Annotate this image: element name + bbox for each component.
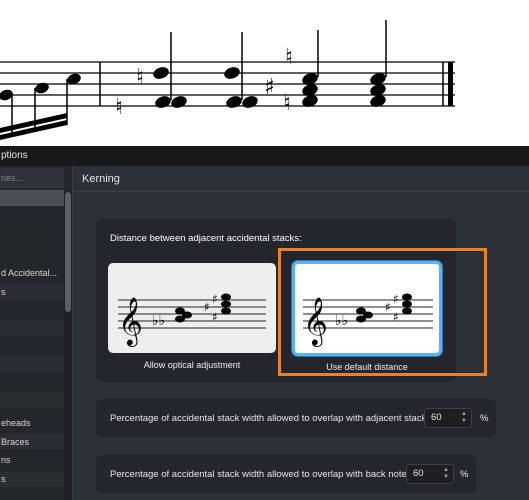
sidebar-item-accidentals[interactable]: d Accidental... bbox=[0, 265, 64, 281]
section-title: Kerning bbox=[74, 166, 529, 192]
sidebar-item[interactable]: s bbox=[0, 284, 64, 300]
optical-adjustment-preview[interactable]: 𝄞 ♭♭ ♯ ♯ ♯ bbox=[108, 263, 276, 353]
sidebar-item[interactable]: Braces bbox=[0, 434, 64, 450]
svg-text:♯: ♯ bbox=[212, 310, 218, 324]
svg-text:♮: ♮ bbox=[283, 91, 291, 116]
svg-text:♭♭: ♭♭ bbox=[152, 313, 165, 329]
option-caption: Allow optical adjustment bbox=[143, 360, 241, 370]
option-allow-optical-adjustment[interactable]: 𝄞 ♭♭ ♯ ♯ ♯ Allow optical adjustment bbox=[108, 263, 276, 373]
spinbox-value: 60 bbox=[413, 468, 424, 479]
kerning-group-label: Distance between adjacent accidental sta… bbox=[110, 233, 302, 244]
notation-preview-icon: 𝄞 ♭♭ ♯ ♯ ♯ bbox=[118, 292, 266, 347]
sidebar-item[interactable] bbox=[0, 356, 64, 372]
svg-text:♮: ♮ bbox=[285, 45, 293, 70]
setting-overlap-adjacent-stack: Percentage of accidental stack width all… bbox=[96, 399, 496, 437]
score-notation: ♮ ♮ ♯ ♮ ♮ bbox=[0, 20, 455, 140]
sidebar-item[interactable]: ns bbox=[0, 452, 64, 468]
unit-label: % bbox=[460, 469, 469, 480]
svg-text:♯: ♯ bbox=[212, 292, 218, 306]
highlight-annotation bbox=[278, 248, 487, 376]
category-sidebar: ries... d Accidental... s eheads Braces … bbox=[0, 166, 73, 500]
sidebar-item[interactable] bbox=[0, 302, 64, 318]
spinbox-arrows-icon[interactable]: ▲ ▼ bbox=[442, 467, 450, 481]
sidebar-item[interactable] bbox=[0, 226, 64, 242]
svg-text:♮: ♮ bbox=[136, 65, 144, 90]
sidebar-scrollbar[interactable] bbox=[64, 190, 72, 500]
sidebar-item[interactable] bbox=[0, 392, 64, 408]
sidebar-item[interactable] bbox=[0, 338, 64, 354]
dialog-title: ptions bbox=[1, 150, 28, 161]
score-preview: ♮ ♮ ♯ ♮ ♮ bbox=[0, 0, 529, 148]
spinbox-value: 60 bbox=[431, 412, 442, 423]
overlap-back-note-spinbox[interactable]: 60 ▲ ▼ bbox=[406, 464, 454, 484]
sidebar-scroll-thumb[interactable] bbox=[65, 192, 71, 312]
sidebar-item[interactable] bbox=[0, 374, 64, 390]
dialog-titlebar: ptions bbox=[0, 146, 529, 166]
overlap-adjacent-spinbox[interactable]: 60 ▲ ▼ bbox=[424, 408, 472, 428]
sidebar-item[interactable] bbox=[0, 208, 64, 224]
category-search-input[interactable]: ries... bbox=[0, 168, 64, 188]
setting-overlap-back-note: Percentage of accidental stack width all… bbox=[96, 455, 476, 493]
svg-text:♯: ♯ bbox=[264, 75, 275, 100]
svg-text:𝄞: 𝄞 bbox=[118, 296, 143, 347]
svg-text:♯: ♯ bbox=[204, 300, 210, 314]
unit-label: % bbox=[480, 413, 489, 424]
setting-label: Percentage of accidental stack width all… bbox=[110, 413, 429, 424]
sidebar-item[interactable] bbox=[0, 320, 64, 336]
sidebar-item[interactable] bbox=[0, 244, 64, 260]
setting-label: Percentage of accidental stack width all… bbox=[110, 469, 410, 480]
sidebar-item[interactable]: eheads bbox=[0, 415, 64, 431]
spinbox-arrows-icon[interactable]: ▲ ▼ bbox=[460, 411, 468, 425]
svg-text:♮: ♮ bbox=[115, 95, 123, 120]
sidebar-item[interactable] bbox=[0, 190, 64, 206]
sidebar-item[interactable]: s bbox=[0, 471, 64, 487]
